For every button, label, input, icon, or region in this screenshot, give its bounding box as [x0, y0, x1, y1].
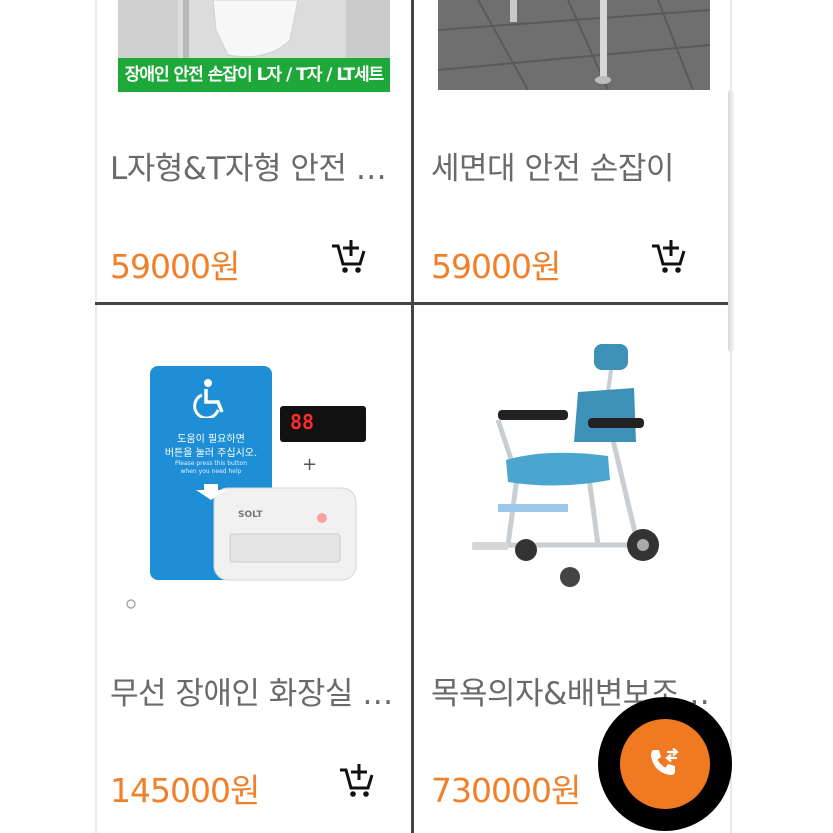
add-to-cart-icon[interactable]: [650, 238, 686, 274]
down-arrow-icon: [196, 484, 226, 500]
product-grid-screen: 장애인 안전 손잡이 L자 / T자 / LT세트 L자형&T자형 안전 … 5…: [0, 0, 833, 833]
product-price: 59000원: [110, 247, 240, 286]
panel-text: 도움이 필요하면: [177, 434, 245, 445]
tiled-floor-photo: [438, 0, 710, 90]
add-to-cart-icon[interactable]: [330, 238, 366, 274]
product-image-wireless-call-system[interactable]: 도움이 필요하면 버튼을 눌러 주십시오. Please press this …: [118, 330, 388, 615]
scroll-edge: [728, 90, 734, 352]
product-image-handrail-set[interactable]: 장애인 안전 손잡이 L자 / T자 / LT세트: [118, 0, 390, 92]
wheelchair-icon: [193, 379, 224, 418]
grid-divider: [95, 302, 732, 305]
product-title[interactable]: L자형&T자형 안전 …: [110, 143, 400, 188]
grid-divider: [95, 0, 97, 833]
product-title[interactable]: 세면대 안전 손잡이: [431, 143, 721, 188]
led-display: 88: [290, 410, 315, 434]
panel-text: when you need help: [180, 468, 242, 475]
product-price: 730000원: [431, 771, 581, 810]
product-price: 59000원: [431, 247, 561, 286]
shower-chair-photo: [472, 344, 659, 587]
add-to-cart-icon[interactable]: [338, 762, 374, 798]
product-image-shower-commode-chair[interactable]: [438, 330, 710, 615]
brand-label: SOLT: [238, 510, 263, 520]
call-button[interactable]: [620, 719, 710, 809]
product-title[interactable]: 무선 장애인 화장실 …: [110, 668, 400, 713]
plus-sign: +: [302, 454, 318, 475]
call-transfer-icon: [651, 747, 679, 775]
product-price: 145000원: [110, 771, 260, 810]
grid-divider: [411, 0, 414, 833]
product-image-sink-handrail[interactable]: [438, 0, 710, 90]
panel-text: Please press this button: [174, 460, 248, 467]
handrail-banner-caption: 장애인 안전 손잡이 L자 / T자 / LT세트: [124, 65, 385, 85]
panel-text: 버튼을 눌러 주십시오.: [164, 448, 258, 459]
